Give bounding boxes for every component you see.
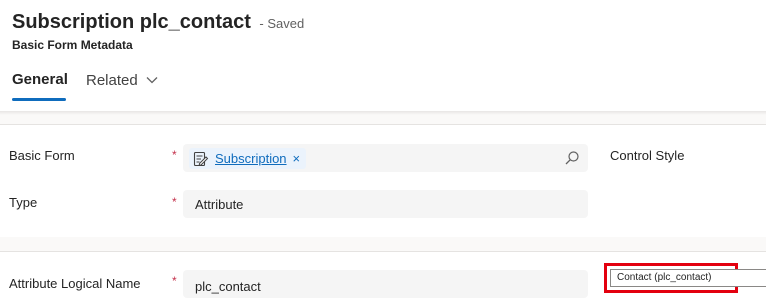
header-divider <box>0 111 766 115</box>
form-section-general: Basic Form * Subscription × Control Styl… <box>0 124 766 237</box>
type-value: Attribute <box>195 197 244 212</box>
tab-related[interactable]: Related <box>86 71 158 89</box>
basic-form-label: Basic Form <box>9 148 75 163</box>
control-style-label: Control Style <box>610 148 685 163</box>
attribute-logical-name-label: Attribute Logical Name <box>9 276 141 291</box>
highlight-box: Contact (plc_contact) <box>604 263 766 293</box>
close-icon[interactable]: × <box>293 151 301 166</box>
required-indicator: * <box>172 195 177 209</box>
attribute-picker[interactable]: Contact (plc_contact) <box>610 269 766 287</box>
tab-general[interactable]: General <box>12 71 68 88</box>
type-field[interactable]: Attribute <box>183 190 588 218</box>
save-status: - Saved <box>259 16 305 31</box>
attribute-logical-name-value: plc_contact <box>195 279 261 294</box>
type-label: Type <box>9 195 38 210</box>
required-indicator: * <box>172 148 177 162</box>
selected-tab-indicator <box>12 98 66 101</box>
page-title: Subscription plc_contact <box>12 11 251 33</box>
attribute-logical-name-field[interactable]: plc_contact <box>183 270 588 298</box>
form-header: Subscription plc_contact - Saved Basic F… <box>0 0 766 111</box>
basic-form-lookup[interactable]: Subscription × <box>183 144 588 172</box>
tab-general-label: General <box>12 71 68 88</box>
tab-related-label: Related <box>86 72 138 89</box>
basic-form-link[interactable]: Subscription <box>215 151 287 166</box>
chevron-down-icon <box>146 71 158 88</box>
required-indicator: * <box>172 274 177 288</box>
entity-subtitle: Basic Form Metadata <box>12 38 133 52</box>
form-edit-icon <box>193 151 209 167</box>
search-icon[interactable] <box>564 150 580 166</box>
lookup-chip: Subscription × <box>189 148 307 169</box>
title-row: Subscription plc_contact - Saved <box>12 11 304 34</box>
